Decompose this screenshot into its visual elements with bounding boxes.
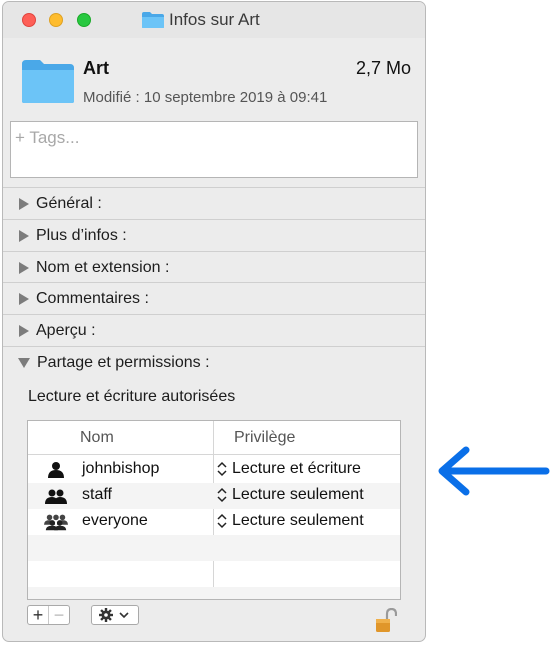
everyone-icon: [44, 514, 68, 531]
folder-icon: [22, 60, 74, 103]
window-title-group: Infos sur Art: [141, 10, 260, 30]
privilege-value: Lecture et écriture: [232, 460, 361, 477]
privilege-popup[interactable]: Lecture seulement: [216, 486, 364, 504]
add-user-button[interactable]: +: [28, 605, 48, 625]
minimize-button[interactable]: [49, 13, 63, 27]
permissions-toolbar: + −: [27, 604, 139, 626]
disclosure-triangle-icon[interactable]: [19, 229, 29, 242]
permissions-table[interactable]: Nom Privilège johnbishop Lecture et écri…: [27, 420, 401, 600]
window-title: Infos sur Art: [169, 10, 260, 29]
section-label: Aperçu :: [36, 321, 96, 339]
table-row-empty: [28, 561, 400, 587]
disclosure-triangle-open-icon[interactable]: [18, 357, 30, 368]
permission-status: Lecture et écriture autorisées: [28, 388, 236, 405]
popup-stepper-icon: [217, 487, 227, 503]
section-label: Plus d’infos :: [36, 226, 127, 244]
table-row-empty: [28, 587, 400, 599]
gear-icon: [99, 608, 129, 622]
add-remove-segmented-control: + −: [27, 605, 70, 625]
popup-stepper-icon: [217, 461, 227, 477]
file-size: 2,7 Mo: [355, 58, 411, 78]
disclosure-triangle-icon[interactable]: [19, 261, 29, 274]
tags-input[interactable]: [11, 122, 399, 154]
privilege-value: Lecture seulement: [232, 512, 364, 529]
tags-field-container[interactable]: [10, 121, 418, 178]
zoom-button[interactable]: [77, 13, 91, 27]
column-header-name[interactable]: Nom: [80, 429, 114, 447]
user-name: everyone: [82, 512, 148, 529]
section-general[interactable]: Général :: [3, 187, 425, 219]
disclosure-triangle-icon[interactable]: [19, 292, 29, 305]
section-preview[interactable]: Aperçu :: [3, 314, 425, 346]
single-user-icon: [48, 462, 64, 478]
section-label: Général :: [36, 194, 102, 212]
chevron-down-icon: [119, 612, 129, 619]
section-label: Partage et permissions :: [37, 353, 210, 371]
close-button[interactable]: [22, 13, 36, 27]
lock-icon[interactable]: [375, 608, 397, 634]
table-row[interactable]: staff Lecture seulement: [28, 483, 400, 509]
privilege-value: Lecture seulement: [232, 486, 364, 503]
section-name-extension[interactable]: Nom et extension :: [3, 251, 425, 283]
table-row-empty: [28, 535, 400, 561]
section-label: Nom et extension :: [36, 258, 170, 276]
disclosure-triangle-icon[interactable]: [19, 197, 29, 210]
column-header-privilege[interactable]: Privilège: [234, 429, 295, 447]
table-row[interactable]: johnbishop Lecture et écriture: [28, 457, 400, 483]
folder-icon: [142, 12, 164, 28]
section-sharing-permissions[interactable]: Partage et permissions :: [3, 346, 425, 378]
privilege-popup[interactable]: Lecture seulement: [216, 512, 364, 530]
remove-user-button[interactable]: −: [48, 605, 69, 625]
user-name: johnbishop: [82, 460, 160, 477]
table-header: Nom Privilège: [28, 421, 400, 455]
user-name: staff: [82, 486, 112, 503]
group-icon: [45, 489, 67, 504]
table-row[interactable]: everyone Lecture seulement: [28, 509, 400, 535]
popup-stepper-icon: [217, 513, 227, 529]
file-name: Art: [83, 58, 109, 78]
modified-date: Modifié : 10 septembre 2019 à 09:41: [83, 89, 328, 106]
section-comments[interactable]: Commentaires :: [3, 282, 425, 314]
title-bar[interactable]: Infos sur Art: [3, 2, 425, 38]
privilege-popup[interactable]: Lecture et écriture: [216, 460, 361, 478]
action-menu-button[interactable]: [91, 605, 139, 625]
section-more-info[interactable]: Plus d’infos :: [3, 219, 425, 251]
arrow-annotation-icon: [438, 446, 550, 496]
info-window: Infos sur Art Art 2,7 Mo Modifié : 10 se…: [2, 1, 426, 642]
disclosure-triangle-icon[interactable]: [19, 324, 29, 337]
section-label: Commentaires :: [36, 289, 149, 307]
